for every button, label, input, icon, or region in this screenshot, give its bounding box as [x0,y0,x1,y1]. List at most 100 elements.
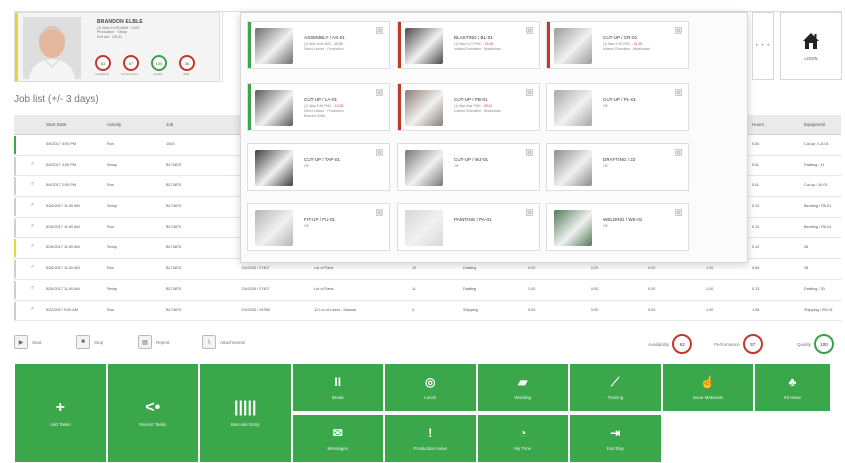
machine-name: FIT-UP / FU-01 [304,217,336,222]
barcode-entry-tile[interactable]: ||||| Barcode Entry [199,363,292,463]
recent-tasks-tile[interactable]: <• Recent Tasks [106,363,199,463]
break-tile[interactable]: II Break [291,363,384,412]
header-hours[interactable]: Hours [752,122,764,127]
row-pin-icon[interactable]: ⌕ [31,161,34,168]
machine-status-stripe [248,204,251,250]
production-issue-tile[interactable]: ! Production Issue [384,414,477,463]
cell-order: DU2026 / 27407 [242,286,270,291]
cell-hours: 0.12 [752,204,760,209]
machine-info-icon[interactable]: ⊡ [526,209,533,216]
cell-activity: Setup [107,286,117,291]
machine-name: CUT-UP / PL-01 [603,97,637,102]
machine-selector-popup: ⊡ ASSEMBLY / AS-01 (1) Was Urdt 4MC - 10:0… [240,12,748,263]
operator-details: (1) Was 10:53 AMD · 0100 Production · Se… [97,26,217,39]
end-day-tile[interactable]: ⇥ End Day [569,414,662,463]
header-job[interactable]: Job [166,122,173,127]
kpi-label: Performance [121,72,139,76]
cell-op: Drafting [463,286,477,291]
login-button[interactable]: LOGIN [780,12,842,80]
stop-button[interactable]: ■ Stop [76,335,103,349]
machine-name: BLASTING / BL-01 [454,35,493,40]
machine-info-icon[interactable]: ⊡ [526,27,533,34]
machine-card[interactable]: ⊡ PAINTING / PA-01 [397,203,540,251]
row-pin-icon[interactable]: ⌕ [31,306,34,313]
machine-detail-3: Brandon Elble [304,114,326,118]
row-pin-icon[interactable]: ⌕ [31,243,34,250]
kit-issue-tile[interactable]: ♣ Kit Issue [754,363,831,412]
machine-card[interactable]: ⊡ DRAFTING / 22 Off [546,143,689,191]
training-tile[interactable]: ⟋ Training [569,363,662,412]
start-button[interactable]: ▶ Start [14,335,42,349]
machine-info-icon[interactable]: ⊡ [526,89,533,96]
row-pin-icon[interactable]: ⌕ [31,264,34,271]
issue-materials-tile[interactable]: ☝ Issue Materials [661,363,754,412]
table-row[interactable]: ⌕ 5/26/2017 11:00 AM Setup B174870 DU2026 / … [14,280,841,301]
header-start-date[interactable]: Start Date [46,122,66,127]
add-tasks-tile[interactable]: + Add Tasks [14,363,107,463]
machine-name: ASSEMBLY / AS-01 [304,35,345,40]
machine-card[interactable]: ⊡ CUT-UP / PL-01 Off [546,83,689,131]
report-button[interactable]: ▤ Report [138,335,170,349]
working-icon: ▰ [518,374,528,389]
machine-card[interactable]: ⊡ BLASTING / BL-01 (1) Was 4:07 PMC - 15:2… [397,21,540,69]
machine-card[interactable]: ⊡ CUT-UP / PB-01 (1) Was Mar PMC - 09:11 In… [397,83,540,131]
machine-info-icon[interactable]: ⊡ [675,89,682,96]
machine-status-stripe [398,204,401,250]
machine-detail-1: Off [304,224,309,228]
machine-name: CUT-UP / PB-01 [454,97,488,102]
row-pin-icon[interactable]: ⌕ [31,202,34,209]
stat-value: 57 [742,334,763,354]
row-pin-icon[interactable]: ⌕ [31,223,34,230]
cell-v1: 0.00 [528,307,536,312]
machine-card[interactable]: ⊡ CUT-UP / WJ-01 Off [397,143,540,191]
cell-hours: 0.12 [752,245,760,250]
machine-info-icon[interactable]: ⊡ [376,27,383,34]
more-button[interactable]: • • • [752,12,774,80]
machine-card[interactable]: ⊡ FIT-UP / FU-01 Off [247,203,390,251]
machine-info-icon[interactable]: ⊡ [675,27,682,34]
header-equipment[interactable]: Equipment [804,122,826,127]
cell-date: 5/4/2017 4:00 PM [46,162,76,167]
machine-detail-2: Direct Labour · Production [304,109,344,113]
machine-card[interactable]: ⊡ CUT-UP / LA-01 (1) Was 4:48 PMC - 10:23 D… [247,83,390,131]
row-pin-icon[interactable]: ⌕ [31,181,34,188]
kit-issue-icon: ♣ [788,374,797,389]
machine-card[interactable]: ⊡ CUT-UP / CR-01 (1) Was 4:33 PMC - 01:25 I… [546,21,689,69]
machine-card[interactable]: ⊡ ASSEMBLY / AS-01 (1) Was Urdt 4MC - 10:0… [247,21,390,69]
machine-card[interactable]: ⊡ WELDING / WE-01 Off [546,203,689,251]
stop-icon: ■ [76,335,90,349]
machine-detail-1: Off [603,164,608,168]
operator-card[interactable]: BRANDON ELBLE (1) Was 10:53 AMD · 0100 P… [14,12,220,82]
cell-desc: Lot of Parts [314,266,334,271]
machine-info-icon[interactable]: ⊡ [376,89,383,96]
machine-image-icon [405,28,443,64]
machine-detail-2: Indirect Downtime · Breakdown [454,47,502,51]
machine-info-icon[interactable]: ⊡ [376,149,383,156]
row-pin-icon[interactable]: ⌕ [31,285,34,292]
my-time-tile[interactable]: ◔ My Time [476,414,569,463]
cell-hours: 0.80 [752,142,760,146]
table-row[interactable]: ⌕ 5/22/2017 9:00 AM Run B174870 DU2026 / 297… [14,301,841,322]
machine-info-icon[interactable]: ⊡ [675,149,682,156]
kpi-quality: 100 Quality [151,55,169,76]
cell-job: B174870 [166,245,182,250]
cell-hours: 1.08 [752,307,760,312]
machine-status-stripe [547,144,550,190]
stat-value: 100 [814,334,835,354]
working-tile[interactable]: ▰ Working [476,363,569,412]
divider [222,12,223,82]
machine-card[interactable]: ⊡ CUT-UP / TAP-01 Off [247,143,390,191]
machine-info-icon[interactable]: ⊡ [675,209,682,216]
cell-date: 5/4/2017 2:00 PM [46,183,76,188]
machine-image-icon [554,210,592,246]
lunch-tile[interactable]: ◎ Lunch [384,363,477,412]
job-toolbar: ▶ Start ■ Stop ▤ Report ⌇ Attachments Availa… [14,333,841,357]
machine-info-icon[interactable]: ⊡ [376,209,383,216]
header-activity[interactable]: Activity [107,122,121,127]
cell-equipment: 28 [804,245,809,250]
cell-v2: 0.00 [591,266,599,271]
cell-equipment: Drafting / 11 [804,162,825,167]
messages-tile[interactable]: ✉ Messages [291,414,384,463]
attachments-button[interactable]: ⌇ Attachments [202,335,245,349]
machine-info-icon[interactable]: ⊡ [526,149,533,156]
